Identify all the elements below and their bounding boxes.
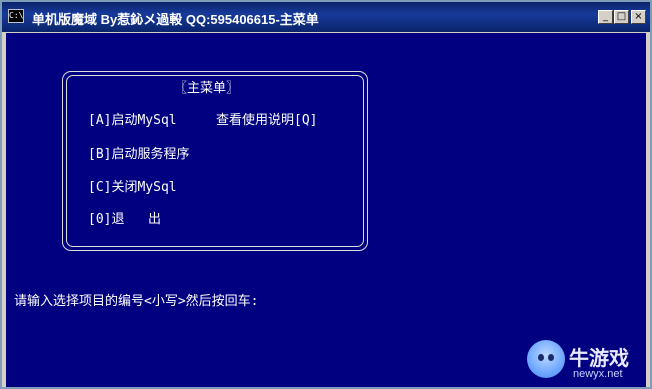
input-prompt: 请输入选择项目的编号<小写>然后按回车: [14,294,259,309]
site-watermark: 牛游戏 newyx.net [527,340,647,386]
menu-item-stop-mysql[interactable]: [C]关闭MySql [88,176,177,195]
menu-item-start-service[interactable]: [B]启动服务程序 [88,143,189,162]
watermark-brand: 牛游戏 [569,346,629,370]
maximize-button[interactable]: □ [614,10,629,24]
menu-item-view-instructions[interactable]: 查看使用说明[Q] [216,109,317,128]
mascot-logo-icon [527,340,565,378]
window-title: 单机版魔域 By惹鈊メ過軗 QQ:595406615-主菜单 [32,12,319,27]
menu-heading: 〖主菜单〗 [174,81,240,96]
console-area[interactable]: 〖主菜单〗 [A]启动MySql 查看使用说明[Q] [B]启动服务程序 [C]… [6,33,646,387]
console-app-icon[interactable]: C:\ [8,9,24,23]
maximize-icon: □ [616,11,627,22]
minimize-button[interactable]: _ [598,10,613,24]
close-icon: × [634,11,643,22]
menu-item-start-mysql[interactable]: [A]启动MySql [88,109,177,128]
minimize-icon: _ [603,11,608,22]
menu-item-exit[interactable]: [0]退 出 [88,208,161,227]
title-bar[interactable]: C:\ 单机版魔域 By惹鈊メ過軗 QQ:595406615-主菜单 _ □ × [2,2,650,32]
console-window: C:\ 单机版魔域 By惹鈊メ過軗 QQ:595406615-主菜单 _ □ ×… [0,0,652,389]
close-button[interactable]: × [631,10,646,24]
watermark-url: newyx.net [573,368,623,380]
